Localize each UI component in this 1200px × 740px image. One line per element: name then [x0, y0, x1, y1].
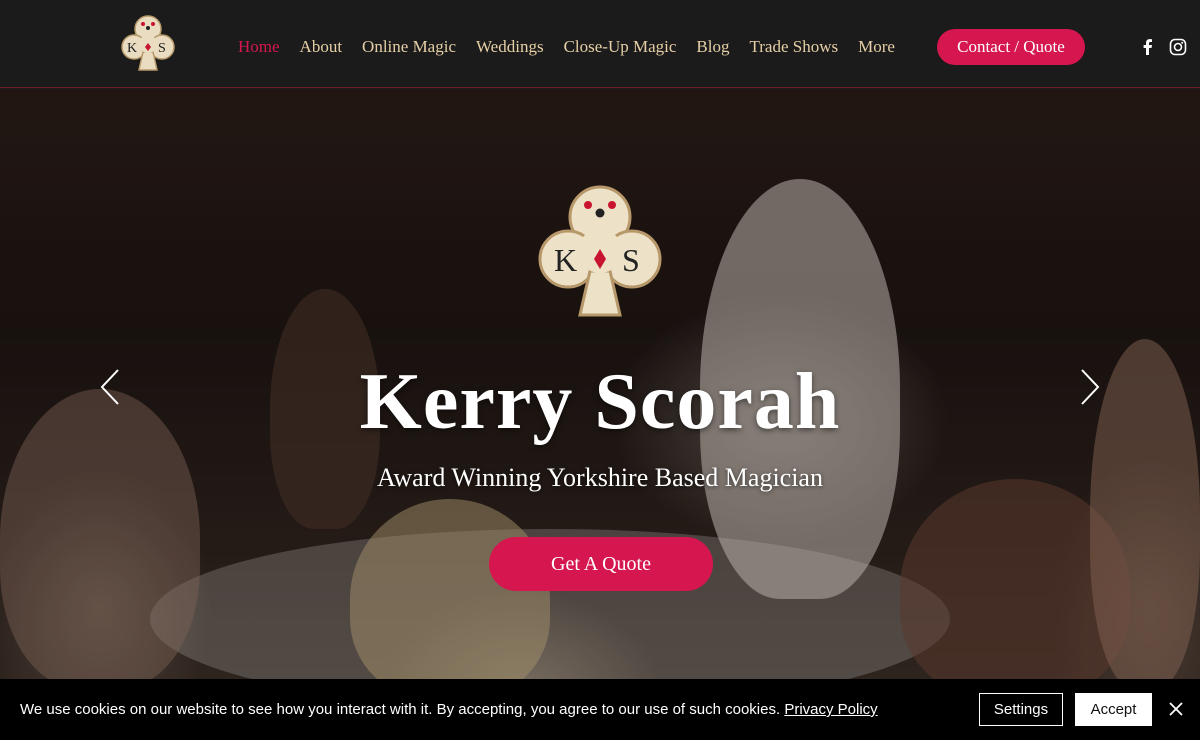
cookie-banner: We use cookies on our website to see how… [0, 679, 1200, 740]
main-nav: Home About Online Magic Weddings Close-U… [238, 36, 915, 58]
nav-weddings[interactable]: Weddings [476, 36, 544, 58]
nav-trade-shows[interactable]: Trade Shows [749, 36, 838, 58]
nav-more[interactable]: More [858, 36, 895, 58]
hero-section: K S Kerry Scorah Award Winning Yorkshire… [0, 89, 1200, 689]
nav-blog[interactable]: Blog [696, 36, 729, 58]
hero-title: Kerry Scorah [359, 358, 841, 446]
nav-home[interactable]: Home [238, 36, 280, 58]
cookie-message-text: We use cookies on our website to see how… [20, 701, 785, 718]
close-icon[interactable] [1168, 701, 1184, 717]
privacy-policy-link[interactable]: Privacy Policy [784, 701, 877, 718]
site-header: K S Home About Online Magic Weddings Clo… [0, 0, 1200, 88]
svg-text:S: S [158, 41, 166, 56]
cookie-accept-button[interactable]: Accept [1075, 693, 1152, 726]
ks-club-logo[interactable]: K S [121, 14, 175, 72]
facebook-icon[interactable] [1139, 38, 1157, 56]
svg-text:K: K [127, 41, 137, 56]
get-a-quote-button[interactable]: Get A Quote [489, 537, 713, 591]
hero-subtitle: Award Winning Yorkshire Based Magician [377, 463, 823, 492]
nav-online-magic[interactable]: Online Magic [362, 36, 456, 58]
chevron-left-icon[interactable] [98, 367, 122, 407]
cookie-settings-button[interactable]: Settings [979, 693, 1063, 726]
nav-close-up-magic[interactable]: Close-Up Magic [564, 36, 677, 58]
svg-text:S: S [622, 242, 640, 278]
chevron-right-icon[interactable] [1078, 367, 1102, 407]
nav-about[interactable]: About [300, 36, 343, 58]
ks-club-hero-logo: K S [538, 185, 662, 317]
svg-text:K: K [554, 242, 577, 278]
contact-quote-button[interactable]: Contact / Quote [937, 29, 1085, 65]
cookie-message: We use cookies on our website to see how… [20, 701, 878, 718]
instagram-icon[interactable] [1169, 38, 1187, 56]
